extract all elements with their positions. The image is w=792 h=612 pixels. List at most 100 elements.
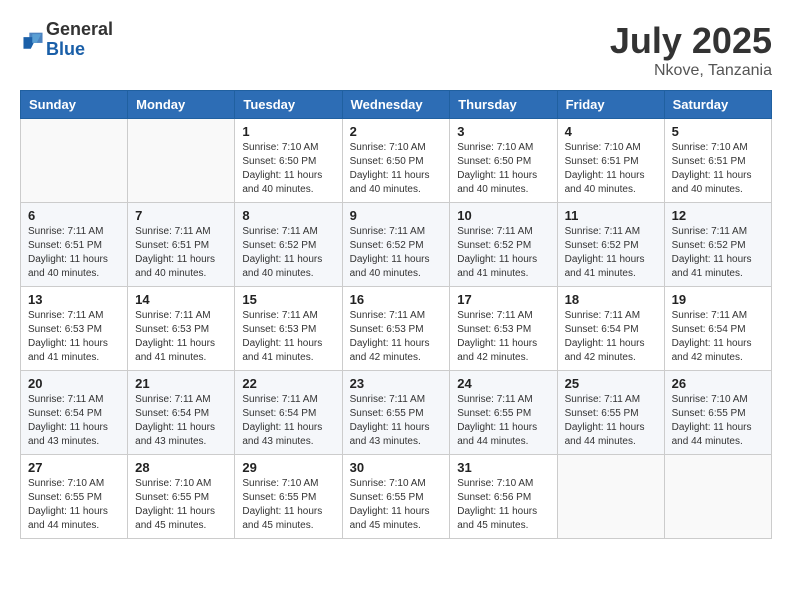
calendar-cell: 4Sunrise: 7:10 AM Sunset: 6:51 PM Daylig… [557, 119, 664, 203]
day-info: Sunrise: 7:10 AM Sunset: 6:55 PM Dayligh… [350, 477, 443, 533]
calendar-cell: 13 Sunrise: 7:11 AM Sunset: 6:53 PM Dayli… [21, 287, 128, 371]
calendar-cell [21, 119, 128, 203]
calendar-cell: 8 Sunrise: 7:11 AM Sunset: 6:52 PM Daylig… [235, 203, 342, 287]
calendar-cell [128, 119, 235, 203]
day-info: Sunrise: 7:11 AM Sunset: 6:51 PM Dayligh… [135, 225, 227, 281]
day-info: Sunrise: 7:11 AM Sunset: 6:53 PM Dayligh… [242, 309, 334, 365]
calendar-cell: 5Sunrise: 7:10 AM Sunset: 6:51 PM Daylig… [664, 119, 771, 203]
day-number: 31 [457, 460, 549, 475]
calendar-cell: 20Sunrise: 7:11 AM Sunset: 6:54 PM Dayli… [21, 371, 128, 455]
day-number: 27 [28, 460, 120, 475]
weekday-header: Wednesday [342, 91, 450, 119]
day-info: Sunrise: 7:10 AM Sunset: 6:55 PM Dayligh… [242, 477, 334, 533]
day-info: Sunrise: 7:11 AM Sunset: 6:54 PM Dayligh… [565, 309, 657, 365]
day-number: 8 [242, 208, 334, 223]
calendar-week-row: 20Sunrise: 7:11 AM Sunset: 6:54 PM Dayli… [21, 371, 772, 455]
day-info: Sunrise: 7:11 AM Sunset: 6:53 PM Dayligh… [135, 309, 227, 365]
calendar-cell: 3 Sunrise: 7:10 AM Sunset: 6:50 PM Daylig… [450, 119, 557, 203]
day-info: Sunrise: 7:10 AM Sunset: 6:55 PM Dayligh… [28, 477, 120, 533]
day-number: 22 [242, 376, 334, 391]
day-info: Sunrise: 7:10 AM Sunset: 6:56 PM Dayligh… [457, 477, 549, 533]
day-number: 24 [457, 376, 549, 391]
page-header: General Blue July 2025 Nkove, Tanzania [20, 20, 772, 80]
day-number: 9 [350, 208, 443, 223]
day-number: 21 [135, 376, 227, 391]
calendar-cell: 24 Sunrise: 7:11 AM Sunset: 6:55 PM Dayli… [450, 371, 557, 455]
day-info: Sunrise: 7:10 AM Sunset: 6:55 PM Dayligh… [672, 393, 764, 449]
day-number: 30 [350, 460, 443, 475]
calendar-cell: 17 Sunrise: 7:11 AM Sunset: 6:53 PM Dayli… [450, 287, 557, 371]
logo: General Blue [20, 20, 113, 60]
day-info: Sunrise: 7:10 AM Sunset: 6:51 PM Dayligh… [672, 141, 764, 197]
day-info: Sunrise: 7:11 AM Sunset: 6:52 PM Dayligh… [672, 225, 764, 281]
day-number: 1 [242, 124, 334, 139]
calendar-cell: 10 Sunrise: 7:11 AM Sunset: 6:52 PM Dayli… [450, 203, 557, 287]
calendar-cell: 1Sunrise: 7:10 AM Sunset: 6:50 PM Daylig… [235, 119, 342, 203]
logo-blue: Blue [46, 40, 113, 60]
day-number: 3 [457, 124, 549, 139]
day-number: 29 [242, 460, 334, 475]
calendar-cell: 30 Sunrise: 7:10 AM Sunset: 6:55 PM Dayli… [342, 455, 450, 539]
day-number: 25 [565, 376, 657, 391]
day-number: 23 [350, 376, 443, 391]
day-info: Sunrise: 7:11 AM Sunset: 6:52 PM Dayligh… [565, 225, 657, 281]
weekday-header: Saturday [664, 91, 771, 119]
calendar-cell: 21 Sunrise: 7:11 AM Sunset: 6:54 PM Dayli… [128, 371, 235, 455]
weekday-header: Thursday [450, 91, 557, 119]
day-number: 6 [28, 208, 120, 223]
day-number: 7 [135, 208, 227, 223]
weekday-header: Tuesday [235, 91, 342, 119]
calendar-cell: 28 Sunrise: 7:10 AM Sunset: 6:55 PM Dayli… [128, 455, 235, 539]
day-info: Sunrise: 7:10 AM Sunset: 6:50 PM Dayligh… [457, 141, 549, 197]
day-number: 28 [135, 460, 227, 475]
day-number: 16 [350, 292, 443, 307]
day-number: 11 [565, 208, 657, 223]
day-info: Sunrise: 7:11 AM Sunset: 6:55 PM Dayligh… [457, 393, 549, 449]
day-info: Sunrise: 7:11 AM Sunset: 6:52 PM Dayligh… [457, 225, 549, 281]
calendar-cell: 31 Sunrise: 7:10 AM Sunset: 6:56 PM Dayli… [450, 455, 557, 539]
calendar-week-row: 27 Sunrise: 7:10 AM Sunset: 6:55 PM Dayli… [21, 455, 772, 539]
day-info: Sunrise: 7:11 AM Sunset: 6:52 PM Dayligh… [242, 225, 334, 281]
logo-general: General [46, 20, 113, 40]
day-number: 13 [28, 292, 120, 307]
day-number: 14 [135, 292, 227, 307]
calendar-cell: 2 Sunrise: 7:10 AM Sunset: 6:50 PM Daylig… [342, 119, 450, 203]
day-number: 2 [350, 124, 443, 139]
title-block: July 2025 Nkove, Tanzania [610, 20, 772, 80]
calendar-cell: 26Sunrise: 7:10 AM Sunset: 6:55 PM Dayli… [664, 371, 771, 455]
day-info: Sunrise: 7:11 AM Sunset: 6:52 PM Dayligh… [350, 225, 443, 281]
day-number: 15 [242, 292, 334, 307]
day-info: Sunrise: 7:10 AM Sunset: 6:55 PM Dayligh… [135, 477, 227, 533]
calendar-cell: 14 Sunrise: 7:11 AM Sunset: 6:53 PM Dayli… [128, 287, 235, 371]
day-info: Sunrise: 7:11 AM Sunset: 6:54 PM Dayligh… [135, 393, 227, 449]
day-info: Sunrise: 7:11 AM Sunset: 6:53 PM Dayligh… [350, 309, 443, 365]
calendar-cell: 25 Sunrise: 7:11 AM Sunset: 6:55 PM Dayli… [557, 371, 664, 455]
calendar-header-row: SundayMondayTuesdayWednesdayThursdayFrid… [21, 91, 772, 119]
calendar-week-row: 13 Sunrise: 7:11 AM Sunset: 6:53 PM Dayli… [21, 287, 772, 371]
day-info: Sunrise: 7:11 AM Sunset: 6:53 PM Dayligh… [28, 309, 120, 365]
calendar-cell: 12 Sunrise: 7:11 AM Sunset: 6:52 PM Dayli… [664, 203, 771, 287]
calendar-cell: 11 Sunrise: 7:11 AM Sunset: 6:52 PM Dayli… [557, 203, 664, 287]
calendar-cell: 23Sunrise: 7:11 AM Sunset: 6:55 PM Dayli… [342, 371, 450, 455]
day-info: Sunrise: 7:11 AM Sunset: 6:54 PM Dayligh… [672, 309, 764, 365]
calendar-cell: 6Sunrise: 7:11 AM Sunset: 6:51 PM Daylig… [21, 203, 128, 287]
day-number: 17 [457, 292, 549, 307]
calendar-cell: 9 Sunrise: 7:11 AM Sunset: 6:52 PM Daylig… [342, 203, 450, 287]
calendar-cell [557, 455, 664, 539]
day-info: Sunrise: 7:10 AM Sunset: 6:50 PM Dayligh… [350, 141, 443, 197]
day-info: Sunrise: 7:10 AM Sunset: 6:51 PM Dayligh… [565, 141, 657, 197]
calendar-cell: 19Sunrise: 7:11 AM Sunset: 6:54 PM Dayli… [664, 287, 771, 371]
calendar-cell: 18Sunrise: 7:11 AM Sunset: 6:54 PM Dayli… [557, 287, 664, 371]
calendar-location: Nkove, Tanzania [610, 62, 772, 80]
weekday-header: Friday [557, 91, 664, 119]
day-info: Sunrise: 7:11 AM Sunset: 6:55 PM Dayligh… [565, 393, 657, 449]
day-info: Sunrise: 7:11 AM Sunset: 6:53 PM Dayligh… [457, 309, 549, 365]
day-number: 10 [457, 208, 549, 223]
day-number: 12 [672, 208, 764, 223]
day-info: Sunrise: 7:11 AM Sunset: 6:54 PM Dayligh… [28, 393, 120, 449]
calendar-week-row: 1 Sunrise: 7:10 AM Sunset: 6:50 PM Daylig… [21, 119, 772, 203]
weekday-header: Sunday [21, 91, 128, 119]
calendar-cell: 15 Sunrise: 7:11 AM Sunset: 6:53 PM Dayli… [235, 287, 342, 371]
day-info: Sunrise: 7:11 AM Sunset: 6:54 PM Dayligh… [242, 393, 334, 449]
calendar-cell: 7 Sunrise: 7:11 AM Sunset: 6:51 PM Daylig… [128, 203, 235, 287]
